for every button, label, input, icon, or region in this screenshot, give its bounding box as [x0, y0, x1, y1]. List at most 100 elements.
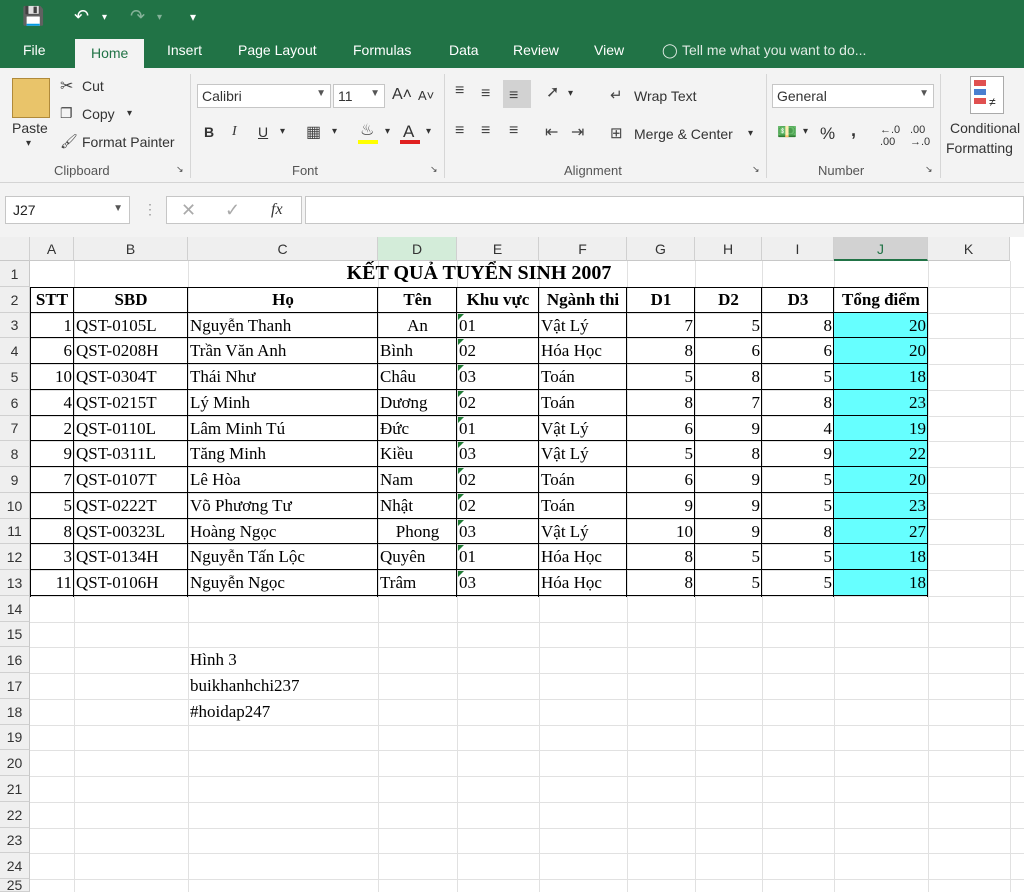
table-cell[interactable]: Châu	[378, 364, 457, 390]
row-header-25[interactable]: 25	[0, 878, 30, 892]
table-cell[interactable]: Hóa Học	[539, 338, 627, 364]
table-cell[interactable]: Nguyễn Ngọc	[188, 570, 378, 596]
column-header-D[interactable]: D	[378, 237, 457, 261]
paste-icon[interactable]	[12, 78, 50, 118]
table-cell[interactable]: 9	[627, 493, 695, 519]
column-header-B[interactable]: B	[74, 237, 188, 261]
name-box-dropdown-icon[interactable]: ▼	[113, 203, 123, 214]
font-color-icon[interactable]: A	[403, 122, 414, 142]
table-cell[interactable]: Lý Minh	[188, 390, 378, 416]
paste-dropdown-icon[interactable]: ▾	[26, 138, 31, 149]
row-header-9[interactable]: 9	[0, 467, 30, 493]
row-header-4[interactable]: 4	[0, 338, 30, 364]
row-header-1[interactable]: 1	[0, 261, 30, 287]
table-cell[interactable]: Bình	[378, 338, 457, 364]
borders-icon[interactable]: ▦	[306, 122, 321, 142]
table-cell[interactable]: Vật Lý	[539, 313, 627, 338]
paste-button[interactable]: Paste	[12, 120, 48, 136]
decrease-indent-icon[interactable]: ⇤	[545, 122, 558, 142]
table-cell[interactable]: 8	[627, 570, 695, 596]
table-cell[interactable]: QST-0222T	[74, 493, 188, 519]
table-cell[interactable]: 8	[695, 441, 762, 467]
row-header-7[interactable]: 7	[0, 416, 30, 441]
table-cell[interactable]: QST-0105L	[74, 313, 188, 338]
table-cell[interactable]: 8	[695, 364, 762, 390]
table-cell[interactable]: Kiều	[378, 441, 457, 467]
row-header-19[interactable]: 19	[0, 725, 30, 750]
row-header-5[interactable]: 5	[0, 364, 30, 390]
italic-button[interactable]: I	[232, 124, 237, 140]
table-cell[interactable]: 5	[762, 570, 834, 596]
table-cell[interactable]: 20	[834, 338, 928, 364]
orientation-icon[interactable]: ➚	[546, 82, 559, 102]
table-cell[interactable]: 7	[695, 390, 762, 416]
note-cell[interactable]: buikhanhchi237	[188, 673, 388, 699]
number-format-select[interactable]: General ▼	[772, 84, 934, 108]
customize-icon[interactable]: ▾	[190, 10, 196, 24]
table-cell[interactable]: 8	[30, 519, 74, 544]
align-left-icon[interactable]: ≡	[455, 122, 464, 140]
table-cell[interactable]: Hoàng Ngọc	[188, 519, 378, 544]
table-header-cell[interactable]: D2	[695, 287, 762, 313]
table-cell[interactable]: QST-0208H	[74, 338, 188, 364]
table-cell[interactable]: Nguyễn Tấn Lộc	[188, 544, 378, 570]
redo-icon[interactable]: ↷	[130, 6, 145, 27]
tell-me-search[interactable]: Tell me what you want to do...	[682, 42, 866, 58]
table-cell[interactable]: Nguyễn Thanh	[188, 313, 378, 338]
table-cell[interactable]: 8	[762, 313, 834, 338]
format-painter-button[interactable]: Format Painter	[82, 134, 175, 150]
wrap-text-button[interactable]: Wrap Text	[634, 88, 697, 104]
table-cell[interactable]: 6	[695, 338, 762, 364]
row-header-20[interactable]: 20	[0, 750, 30, 776]
sheet-title[interactable]: KẾT QUẢ TUYỂN SINH 2007	[30, 261, 928, 287]
tab-home[interactable]: Home	[75, 39, 145, 68]
table-cell[interactable]: 22	[834, 441, 928, 467]
increase-decimal-button[interactable]: ←.0.00	[880, 124, 900, 148]
table-cell[interactable]: Toán	[539, 364, 627, 390]
tab-view[interactable]: View	[594, 42, 624, 58]
table-cell[interactable]: QST-0215T	[74, 390, 188, 416]
table-cell[interactable]: 5	[762, 493, 834, 519]
row-header-24[interactable]: 24	[0, 853, 30, 879]
font-launcher-icon[interactable]: ↘	[430, 164, 438, 175]
table-cell[interactable]: 9	[762, 441, 834, 467]
table-cell[interactable]: 18	[834, 570, 928, 596]
table-cell[interactable]: Hóa Học	[539, 544, 627, 570]
column-header-E[interactable]: E	[457, 237, 539, 261]
table-header-cell[interactable]: Ngành thi	[539, 287, 627, 313]
table-header-cell[interactable]: STT	[30, 287, 74, 313]
table-cell[interactable]: 7	[627, 313, 695, 338]
table-header-cell[interactable]: Khu vực	[457, 287, 539, 313]
align-center-icon[interactable]: ≡	[481, 122, 490, 140]
row-header-11[interactable]: 11	[0, 519, 30, 544]
row-header-10[interactable]: 10	[0, 493, 30, 519]
note-cell[interactable]: Hình 3	[188, 647, 388, 673]
select-all-corner[interactable]	[0, 237, 30, 261]
table-cell[interactable]: 5	[627, 441, 695, 467]
table-cell[interactable]: 5	[762, 544, 834, 570]
table-cell[interactable]: 10	[30, 364, 74, 390]
copy-dropdown-icon[interactable]: ▾	[127, 108, 132, 119]
table-cell[interactable]: QST-0106H	[74, 570, 188, 596]
cut-button[interactable]: Cut	[82, 78, 104, 94]
worksheet-grid[interactable]: A B C D E F G H I J K 1 2 3 4 5 6 7 8 9 10 11 12 13 14 15 16 17 18 19…	[0, 237, 1024, 892]
table-cell[interactable]: 6	[762, 338, 834, 364]
row-header-13[interactable]: 13	[0, 570, 30, 596]
table-header-cell[interactable]: D1	[627, 287, 695, 313]
table-cell[interactable]: 5	[30, 493, 74, 519]
clipboard-launcher-icon[interactable]: ↘	[176, 164, 184, 175]
column-header-J[interactable]: J	[834, 237, 928, 261]
table-cell[interactable]: Dương	[378, 390, 457, 416]
table-cell[interactable]: 6	[627, 416, 695, 441]
table-cell[interactable]: Quyên	[378, 544, 457, 570]
column-header-K[interactable]: K	[928, 237, 1010, 261]
column-header-I[interactable]: I	[762, 237, 834, 261]
increase-indent-icon[interactable]: ⇥	[571, 122, 584, 142]
table-cell[interactable]: 4	[30, 390, 74, 416]
table-cell[interactable]: 1	[30, 313, 74, 338]
table-header-cell[interactable]: Tên	[378, 287, 457, 313]
table-cell[interactable]: 2	[30, 416, 74, 441]
table-cell[interactable]: QST-0107T	[74, 467, 188, 493]
undo-icon[interactable]: ↶	[74, 6, 89, 27]
table-cell[interactable]: 03	[457, 441, 539, 467]
